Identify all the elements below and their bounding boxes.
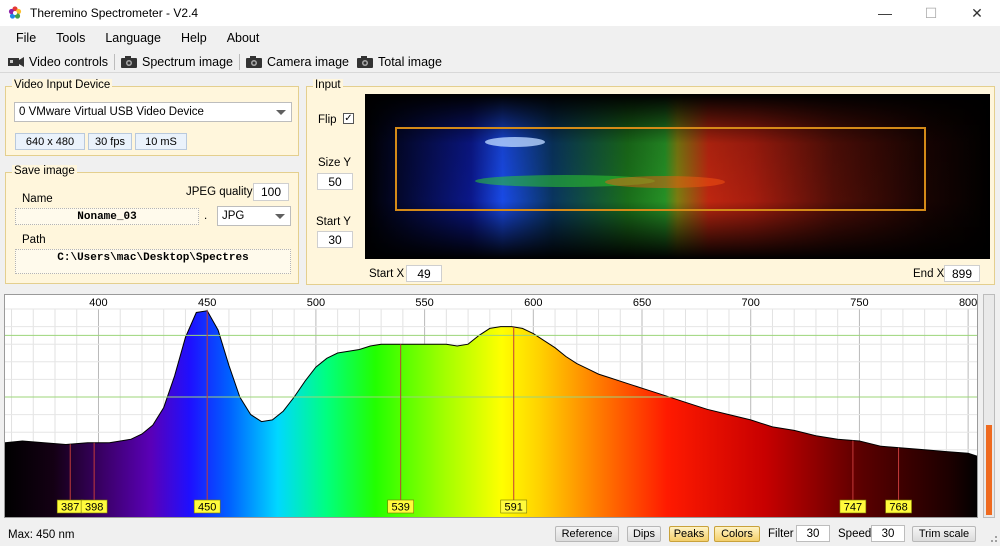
size-y-input[interactable]: 50 (317, 173, 353, 190)
x-tick-label: 650 (633, 297, 651, 309)
input-title: Input (313, 79, 343, 91)
window-title: Theremino Spectrometer - V2.4 (30, 6, 199, 20)
menu-about[interactable]: About (217, 29, 270, 47)
start-y-label: Start Y (316, 216, 351, 228)
path-label: Path (22, 234, 46, 246)
peak-label: 747 (844, 502, 862, 514)
x-tick-label: 450 (198, 297, 216, 309)
resolution-chip: 640 x 480 (15, 133, 85, 150)
colors-button[interactable]: Colors (714, 526, 760, 542)
speed-label: Speed (838, 528, 872, 540)
flip-checkbox[interactable]: ✓ (343, 113, 354, 124)
jpeg-quality-input[interactable]: 100 (253, 183, 289, 201)
flip-label: Flip (318, 114, 337, 126)
x-tick-label: 700 (742, 297, 760, 309)
level-indicator (986, 425, 992, 515)
format-select[interactable]: JPG (217, 206, 291, 226)
toolbar-separator (239, 53, 241, 70)
x-tick-label: 500 (307, 297, 325, 309)
reference-button[interactable]: Reference (555, 526, 619, 542)
total-image-label: Total image (378, 54, 442, 69)
video-device-value: 0 VMware Virtual USB Video Device (19, 106, 204, 118)
spectrum-image-button[interactable]: Spectrum image (117, 55, 237, 69)
start-y-input[interactable]: 30 (317, 231, 353, 248)
menu-tools[interactable]: Tools (46, 29, 95, 47)
camera-icon (246, 55, 263, 68)
menu-language[interactable]: Language (95, 29, 171, 47)
menu-help[interactable]: Help (171, 29, 217, 47)
video-input-title: Video Input Device (12, 79, 113, 91)
spectrum-plot[interactable]: 387 398 450 539 591 747 768 400 450 500 550 600 650… (4, 294, 978, 518)
title-bar: Theremino Spectrometer - V2.4 — ☐ ✕ (0, 0, 1000, 26)
peak-label: 539 (392, 502, 410, 514)
end-x-label: End X (913, 268, 945, 280)
peaks-button[interactable]: Peaks (669, 526, 709, 542)
filter-input[interactable]: 30 (796, 525, 830, 542)
spectrum-image-label: Spectrum image (142, 54, 234, 69)
camera-icon (357, 55, 373, 68)
camera-icon (121, 55, 137, 68)
peak-label: 591 (505, 502, 523, 514)
end-x-input[interactable]: 899 (944, 265, 980, 282)
app-icon (8, 6, 22, 19)
spectrum-chart: 387 398 450 539 591 747 768 400 450 500 550 600 650… (5, 297, 977, 517)
dips-button[interactable]: Dips (627, 526, 661, 542)
size-y-label: Size Y (318, 157, 352, 169)
total-image-button[interactable]: Total image (353, 55, 446, 69)
x-tick-label: 550 (415, 297, 433, 309)
level-scrollbar[interactable] (983, 294, 995, 518)
x-tick-label: 800 (959, 297, 977, 309)
peak-label: 768 (889, 502, 907, 514)
exposure-chip: 10 mS (135, 133, 187, 150)
resize-grip-icon[interactable] (988, 533, 998, 543)
peak-label: 387 (61, 502, 79, 514)
file-name-input[interactable]: Noname_03 (15, 208, 199, 225)
x-tick-label: 750 (850, 297, 868, 309)
peak-label: 398 (85, 502, 103, 514)
chevron-down-icon (275, 214, 285, 219)
name-label: Name (22, 193, 53, 205)
toolbar: Video controls Spectrum image Camera ima… (0, 51, 1000, 73)
camera-image-button[interactable]: Camera image (242, 55, 353, 69)
filter-label: Filter (768, 528, 794, 540)
max-wavelength-label: Max: 450 nm (8, 529, 75, 541)
maximize-button[interactable]: ☐ (908, 0, 954, 26)
region-of-interest-frame[interactable] (395, 127, 926, 211)
minimize-button[interactable]: — (862, 0, 908, 26)
fps-chip: 30 fps (88, 133, 132, 150)
video-controls-icon (8, 56, 24, 67)
video-device-select[interactable]: 0 VMware Virtual USB Video Device (14, 102, 292, 122)
menu-bar: File Tools Language Help About (0, 27, 1000, 49)
start-x-input[interactable]: 49 (406, 265, 442, 282)
save-image-title: Save image (12, 165, 77, 177)
toolbar-separator (114, 53, 115, 70)
start-x-label: Start X (369, 268, 405, 280)
jpeg-quality-label: JPEG quality (186, 186, 253, 198)
camera-image-label: Camera image (267, 54, 349, 69)
speed-input[interactable]: 30 (871, 525, 905, 542)
trim-scale-button[interactable]: Trim scale (912, 526, 976, 542)
x-tick-label: 600 (524, 297, 542, 309)
video-controls-button[interactable]: Video controls (4, 55, 112, 69)
close-button[interactable]: ✕ (954, 0, 1000, 26)
extension-dot: . (204, 210, 208, 222)
video-controls-label: Video controls (29, 54, 108, 69)
peak-label: 450 (198, 502, 216, 514)
menu-file[interactable]: File (6, 29, 46, 47)
path-input[interactable]: C:\Users\mac\Desktop\Spectres (15, 249, 291, 274)
x-tick-label: 400 (89, 297, 107, 309)
chevron-down-icon (276, 110, 286, 115)
format-value: JPG (222, 210, 245, 222)
